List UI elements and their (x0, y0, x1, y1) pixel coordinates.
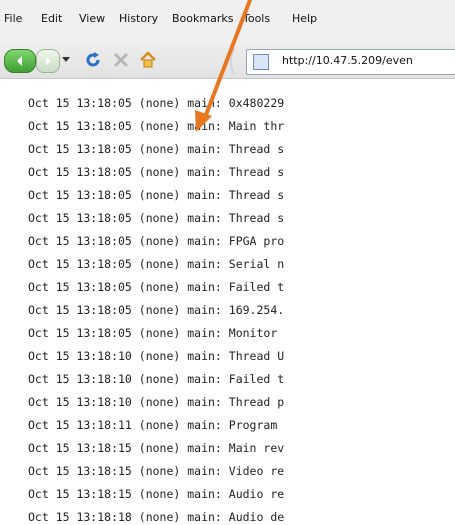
history-dropdown-button[interactable] (60, 49, 72, 71)
menu-bar: File Edit View History Bookmarks Tools H… (0, 0, 455, 43)
reload-button[interactable] (82, 49, 104, 71)
log-line: Oct 15 13:18:11 (none) main: Program (28, 418, 285, 432)
log-line: Oct 15 13:18:05 (none) main: Serial n (28, 257, 285, 271)
log-line: Oct 15 13:18:15 (none) main: Main rev (28, 441, 285, 455)
log-line: Oct 15 13:18:05 (none) main: 0x480229 (28, 96, 285, 110)
reload-icon (86, 52, 100, 67)
menu-file[interactable]: File (4, 12, 22, 25)
menu-tools[interactable]: Tools (243, 12, 270, 25)
log-content: Oct 15 13:18:05 (none) main: 0x480229 Oc… (0, 79, 455, 525)
forward-arrow-icon (46, 57, 51, 65)
log-line: Oct 15 13:18:05 (none) main: 169.254. (28, 303, 285, 317)
log-line: Oct 15 13:18:05 (none) main: FPGA pro (28, 234, 285, 248)
page-icon (253, 54, 269, 70)
menu-help[interactable]: Help (292, 12, 317, 25)
url-text[interactable]: http://10.47.5.209/even (282, 54, 413, 67)
log-line: Oct 15 13:18:10 (none) main: Thread U (28, 349, 285, 363)
log-line: Oct 15 13:18:18 (none) main: Audio de (28, 510, 285, 524)
log-line: Oct 15 13:18:05 (none) main: Thread s (28, 188, 285, 202)
log-line: Oct 15 13:18:05 (none) main: Monitor (28, 326, 285, 340)
log-line: Oct 15 13:18:15 (none) main: Video re (28, 464, 285, 478)
log-line: Oct 15 13:18:05 (none) main: Main thr (28, 119, 285, 133)
log-line: Oct 15 13:18:10 (none) main: Thread p (28, 395, 285, 409)
home-button[interactable] (136, 49, 160, 71)
back-button[interactable] (4, 49, 36, 73)
dropdown-icon (62, 57, 70, 62)
navigation-toolbar: http://10.47.5.209/even (0, 42, 455, 80)
menu-bookmarks[interactable]: Bookmarks (172, 12, 233, 25)
forward-button[interactable] (36, 49, 60, 73)
log-line: Oct 15 13:18:05 (none) main: Failed t (28, 280, 285, 294)
log-line: Oct 15 13:18:05 (none) main: Thread s (28, 142, 285, 156)
stop-icon (114, 53, 128, 67)
menu-history[interactable]: History (119, 12, 158, 25)
log-line: Oct 15 13:18:10 (none) main: Failed t (28, 372, 285, 386)
log-line: Oct 15 13:18:15 (none) main: Audio re (28, 487, 285, 501)
home-icon (140, 51, 156, 68)
menu-edit[interactable]: Edit (41, 12, 62, 25)
log-line: Oct 15 13:18:05 (none) main: Thread s (28, 211, 285, 225)
back-arrow-icon (17, 56, 22, 66)
stop-button[interactable] (110, 49, 132, 71)
log-line: Oct 15 13:18:05 (none) main: Thread s (28, 165, 285, 179)
menu-view[interactable]: View (79, 12, 105, 25)
